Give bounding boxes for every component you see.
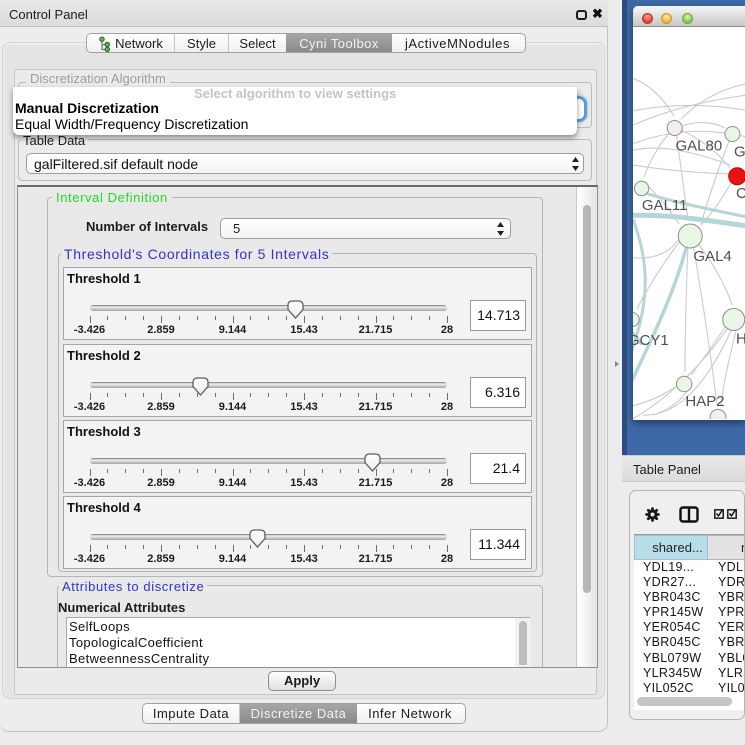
svg-text:GAL4: GAL4 bbox=[693, 248, 731, 265]
svg-text:C: C bbox=[736, 185, 745, 202]
svg-text:GAL11: GAL11 bbox=[642, 197, 688, 214]
svg-text:HAP2: HAP2 bbox=[685, 393, 724, 410]
svg-text:GA: GA bbox=[734, 144, 745, 161]
svg-text:H: H bbox=[736, 331, 745, 348]
svg-text:GAL80: GAL80 bbox=[676, 138, 723, 155]
svg-text:GCY1: GCY1 bbox=[633, 332, 669, 349]
